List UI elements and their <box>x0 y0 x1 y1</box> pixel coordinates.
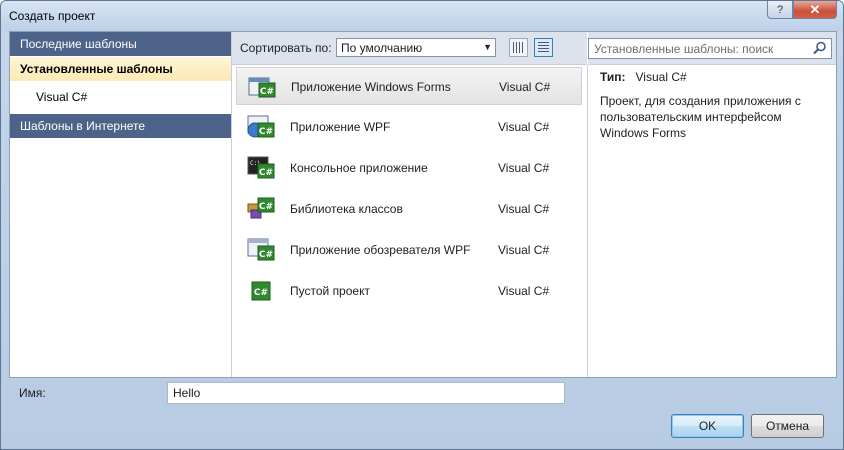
list-view-button[interactable] <box>534 38 553 57</box>
sort-label: Сортировать по: <box>240 41 332 55</box>
search-placeholder: Установленные шаблоны: поиск <box>594 42 774 56</box>
project-name-value: Hello <box>173 386 201 400</box>
list-view-icon <box>538 42 549 53</box>
search-icon[interactable] <box>813 41 827 55</box>
template-categories: Последние шаблоны Установленные шаблоны … <box>10 32 232 377</box>
category-online[interactable]: Шаблоны в Интернете <box>10 114 231 138</box>
help-icon: ? <box>776 3 784 16</box>
wpf-browser-icon: C# <box>247 238 275 261</box>
template-type: Visual C# <box>499 80 551 94</box>
template-name: Приложение обозревателя WPF <box>290 243 471 257</box>
search-input[interactable]: Установленные шаблоны: поиск <box>588 38 832 59</box>
ok-button[interactable]: OK <box>671 414 744 438</box>
type-label: Тип: <box>600 70 626 84</box>
sort-value: По умолчанию <box>341 41 423 55</box>
new-project-dialog: Создать проект ? ✕ Последние шаблоны Уст… <box>0 0 844 450</box>
help-button[interactable]: ? <box>767 1 793 19</box>
wpf-icon: C# <box>247 115 275 138</box>
type-value: Visual C# <box>635 70 687 84</box>
template-type: Visual C# <box>498 202 550 216</box>
template-name: Консольное приложение <box>290 161 428 175</box>
sort-dropdown[interactable]: По умолчанию ▼ <box>336 38 496 57</box>
search-toolbar: Установленные шаблоны: поиск <box>588 32 836 65</box>
sort-toolbar: Сортировать по: По умолчанию ▼ <box>232 32 587 65</box>
cancel-button[interactable]: Отмена <box>751 414 824 438</box>
template-type: Visual C# <box>498 243 550 257</box>
windows-forms-icon: C# <box>248 77 276 98</box>
grid-view-icon <box>513 42 524 53</box>
svg-text:C#: C# <box>259 127 273 137</box>
chevron-down-icon: ▼ <box>483 42 492 52</box>
template-row-wpf-browser[interactable]: C# Приложение обозревателя WPF Visual C# <box>236 231 582 269</box>
template-row-empty[interactable]: C# Пустой проект Visual C# <box>236 272 582 310</box>
category-installed[interactable]: Установленные шаблоны <box>10 57 231 81</box>
title-bar: Создать проект ? ✕ <box>1 1 843 31</box>
category-recent[interactable]: Последние шаблоны <box>10 32 231 56</box>
template-type: Visual C# <box>498 284 550 298</box>
small-icons-view-button[interactable] <box>509 38 528 57</box>
template-row-wpf[interactable]: C# Приложение WPF Visual C# <box>236 108 582 146</box>
template-list: C# Приложение Windows Forms Visual C# C#… <box>232 65 588 377</box>
console-app-icon: C:\ C# <box>247 156 275 179</box>
template-type: Visual C# <box>498 161 550 175</box>
svg-text:C#: C# <box>260 87 274 97</box>
template-row-console[interactable]: C:\ C# Консольное приложение Visual C# <box>236 149 582 187</box>
name-label: Имя: <box>19 386 46 400</box>
template-name: Пустой проект <box>290 284 370 298</box>
svg-text:C#: C# <box>259 250 273 260</box>
template-type: Visual C# <box>498 120 550 134</box>
template-name: Приложение WPF <box>290 120 391 134</box>
svg-text:C#: C# <box>259 168 273 178</box>
dialog-content: Последние шаблоны Установленные шаблоны … <box>9 31 837 378</box>
class-library-icon: C# <box>247 197 275 219</box>
template-row-windows-forms[interactable]: C# Приложение Windows Forms Visual C# <box>236 67 582 105</box>
close-button[interactable]: ✕ <box>793 1 837 19</box>
template-description: Проект, для создания приложения с пользо… <box>600 94 801 140</box>
window-controls: ? ✕ <box>767 1 837 20</box>
template-details: Тип: Visual C# Проект, для создания прил… <box>600 70 830 141</box>
category-visual-csharp[interactable]: Visual C# <box>10 85 231 109</box>
window-title: Создать проект <box>9 9 96 23</box>
close-icon: ✕ <box>809 1 821 17</box>
template-name: Приложение Windows Forms <box>291 80 451 94</box>
svg-text:C#: C# <box>259 202 273 212</box>
svg-text:C#: C# <box>254 288 268 298</box>
template-row-class-library[interactable]: C# Библиотека классов Visual C# <box>236 190 582 228</box>
project-name-input[interactable]: Hello <box>167 382 565 404</box>
empty-project-icon: C# <box>251 281 271 301</box>
template-name: Библиотека классов <box>290 202 403 216</box>
